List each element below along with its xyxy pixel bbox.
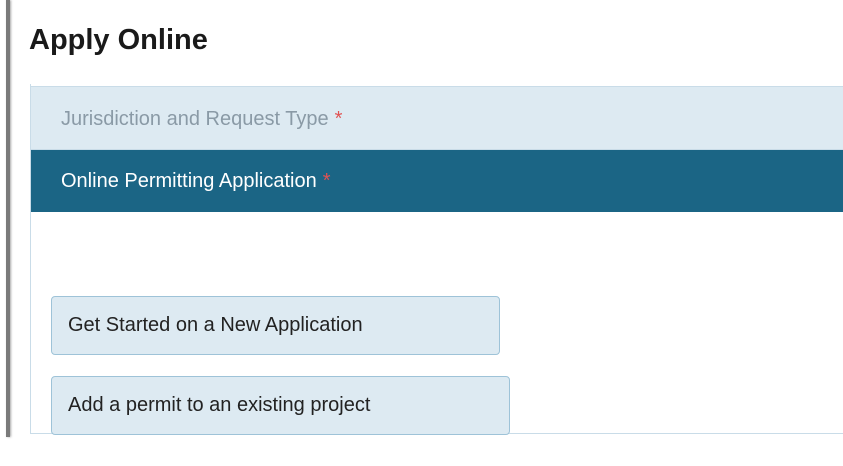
- step-jurisdiction-request-type[interactable]: Jurisdiction and Request Type *: [31, 86, 843, 150]
- step-label: Online Permitting Application: [61, 170, 317, 192]
- window-edge: [6, 0, 10, 437]
- step-label: Jurisdiction and Request Type: [61, 108, 329, 130]
- page-title: Apply Online: [29, 24, 208, 56]
- get-started-new-application-button[interactable]: Get Started on a New Application: [51, 296, 500, 355]
- step-online-permitting-application[interactable]: Online Permitting Application *: [31, 150, 843, 212]
- apply-online-page: Apply Online Jurisdiction and Request Ty…: [0, 0, 843, 466]
- required-indicator: *: [334, 108, 343, 130]
- add-permit-existing-project-button[interactable]: Add a permit to an existing project: [51, 376, 510, 435]
- required-indicator: *: [322, 170, 331, 192]
